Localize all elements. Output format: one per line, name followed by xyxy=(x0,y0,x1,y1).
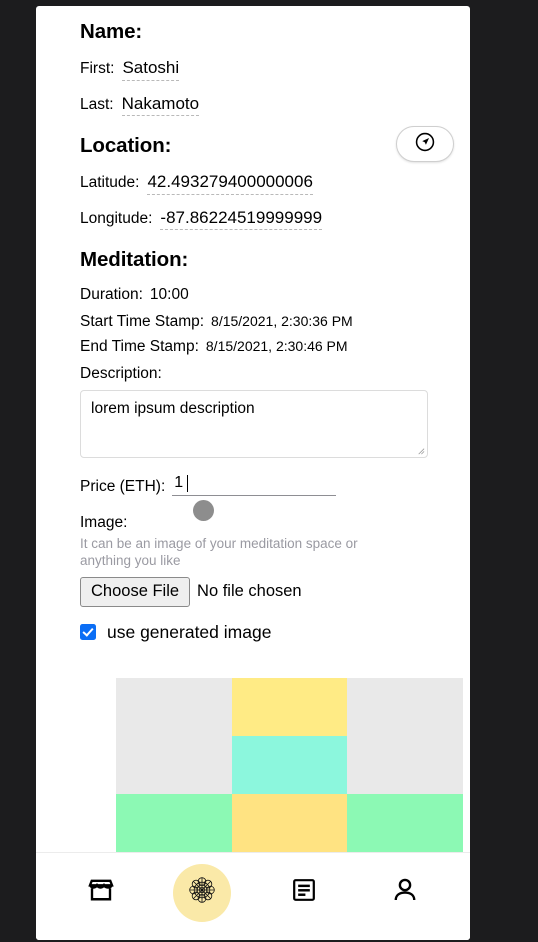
latitude-label: Latitude: xyxy=(80,174,140,192)
file-input-row[interactable]: Choose File No file chosen xyxy=(80,576,442,607)
use-generated-image-row[interactable]: use generated image xyxy=(80,622,442,643)
use-generated-image-label: use generated image xyxy=(107,621,272,642)
description-wrapper: lorem ipsum description xyxy=(80,390,428,459)
generated-cell xyxy=(116,736,232,794)
name-heading: Name: xyxy=(80,20,143,43)
generated-cell xyxy=(231,794,348,852)
image-section: Image: It can be an image of your medita… xyxy=(36,514,470,643)
app-viewport: Name: First: Satoshi Last: Nakamoto Loca… xyxy=(0,0,538,942)
last-name-input[interactable]: Nakamoto xyxy=(121,94,200,117)
generated-cell xyxy=(116,794,232,852)
person-icon xyxy=(390,875,420,910)
file-status-text: No file chosen xyxy=(197,582,302,601)
price-label: Price (ETH): xyxy=(80,478,166,496)
mandala-icon xyxy=(187,875,217,910)
price-input[interactable] xyxy=(172,474,337,497)
name-section: Name: First: Satoshi Last: Nakamoto xyxy=(36,20,470,117)
generated-cell xyxy=(347,736,463,794)
market-tab[interactable] xyxy=(72,864,130,922)
storefront-icon xyxy=(86,875,116,910)
duration-label: Duration: xyxy=(80,286,143,304)
longitude-label: Longitude: xyxy=(80,209,153,227)
end-timestamp-label: End Time Stamp: xyxy=(80,338,199,356)
first-name-input[interactable]: Satoshi xyxy=(122,58,180,81)
first-name-row: First: Satoshi xyxy=(80,58,442,81)
generated-cell xyxy=(347,794,463,852)
description-input[interactable]: lorem ipsum description xyxy=(80,390,428,459)
longitude-row: Longitude: -87.86224519999999 xyxy=(80,208,442,231)
generated-cell xyxy=(347,678,463,736)
first-name-label: First: xyxy=(80,60,115,77)
end-timestamp-row: End Time Stamp: 8/15/2021, 2:30:46 PM xyxy=(80,338,442,356)
meditate-tab[interactable] xyxy=(173,863,232,922)
meditation-section: Meditation: Duration: 10:00 Start Time S… xyxy=(36,248,470,497)
text-caret xyxy=(187,475,188,493)
last-name-row: Last: Nakamoto xyxy=(80,94,442,117)
start-timestamp-label: Start Time Stamp: xyxy=(80,313,205,331)
duration-value: 10:00 xyxy=(149,286,189,304)
journal-tab[interactable] xyxy=(275,864,333,922)
profile-tab[interactable] xyxy=(376,864,434,922)
image-helper-text: It can be an image of your meditation sp… xyxy=(80,536,358,569)
meditation-heading: Meditation: xyxy=(80,248,189,272)
end-timestamp-value: 8/15/2021, 2:30:46 PM xyxy=(205,338,348,355)
generated-image-preview xyxy=(116,678,463,852)
navigation-arrow-icon xyxy=(414,131,436,158)
latitude-row: Latitude: 42.493279400000006 xyxy=(80,172,442,195)
generated-cell xyxy=(231,736,348,794)
last-name-label: Last: xyxy=(80,95,114,113)
location-heading: Location: xyxy=(80,134,172,158)
image-label: Image: xyxy=(80,514,128,532)
bottom-navigation-bar xyxy=(36,852,470,940)
start-timestamp-value: 8/15/2021, 2:30:36 PM xyxy=(211,313,353,330)
duration-row: Duration: 10:00 xyxy=(80,286,442,304)
price-row: Price (ETH): xyxy=(80,474,442,497)
get-location-button[interactable] xyxy=(396,126,454,163)
location-section: Location: Latitude: 42.493279400000006 L… xyxy=(36,126,470,231)
generated-cell xyxy=(231,678,348,736)
longitude-input[interactable]: -87.86224519999999 xyxy=(160,208,323,231)
latitude-input[interactable]: 42.493279400000006 xyxy=(147,172,313,195)
use-generated-image-checkbox[interactable] xyxy=(80,624,96,641)
meditation-form-card: Name: First: Satoshi Last: Nakamoto Loca… xyxy=(36,6,470,940)
choose-file-button[interactable]: Choose File xyxy=(80,576,191,607)
generated-cell xyxy=(116,678,232,736)
start-timestamp-row: Start Time Stamp: 8/15/2021, 2:30:36 PM xyxy=(80,313,442,331)
article-icon xyxy=(290,876,318,909)
description-label: Description: xyxy=(80,365,162,383)
